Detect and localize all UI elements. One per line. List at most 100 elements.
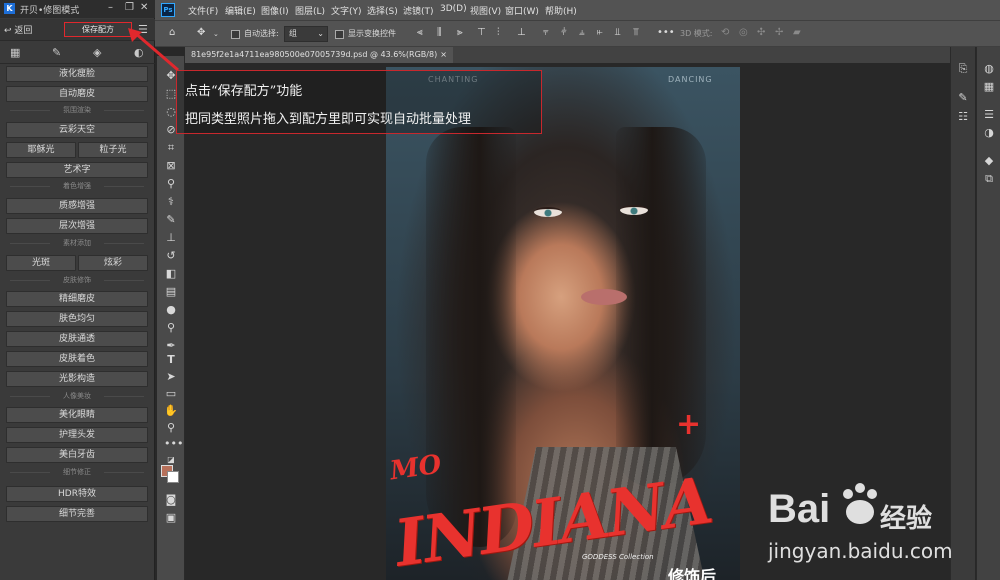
light-spot-button[interactable]: 光斑 (6, 255, 76, 271)
section-detail: 细节修正 (6, 466, 148, 478)
clone-stamp-icon[interactable]: ⊥ (164, 231, 178, 245)
zoom-tool-icon[interactable]: ⚲ (164, 421, 178, 435)
menu-file[interactable]: 文件(F) (188, 4, 218, 17)
document-image[interactable]: CHANTING DANCING MO INDIANA + GODDESS Co… (386, 67, 740, 580)
swatches-panel-icon[interactable]: ▦ (983, 81, 995, 93)
light-shape-button[interactable]: 光影构造 (6, 371, 148, 387)
gradient-tool-icon[interactable]: ▤ (164, 285, 178, 299)
eyes-button[interactable]: 美化眼睛 (6, 407, 148, 423)
distribute-middle-icon[interactable]: ⫩ (561, 27, 567, 38)
menu-select[interactable]: 选择(S) (367, 4, 398, 17)
menu-type[interactable]: 文字(Y) (331, 4, 362, 17)
texture-button[interactable]: 质感增强 (6, 198, 148, 214)
distribute-right-icon[interactable]: ⫪ (633, 27, 639, 38)
healing-brush-icon[interactable]: ⚕ (164, 195, 178, 209)
menu-window[interactable]: 窗口(W) (505, 4, 539, 17)
art-text-button[interactable]: 艺术字 (6, 162, 148, 178)
minimize-icon[interactable]: – (108, 2, 113, 13)
type-tool-icon[interactable]: T (164, 353, 178, 367)
menu-image[interactable]: 图像(I) (261, 4, 289, 17)
tool-preset-chevron-icon[interactable]: ⌄ (213, 30, 219, 38)
menu-edit[interactable]: 编辑(E) (225, 4, 256, 17)
align-center-icon[interactable]: ⫼ (437, 27, 442, 38)
properties-panel-icon[interactable]: ☰ (983, 109, 995, 121)
3d-pan-icon[interactable]: ✣ (757, 27, 765, 38)
quick-mask-icon[interactable]: ◙ (164, 493, 178, 507)
dodge-tool-icon[interactable]: ⚲ (164, 321, 178, 335)
auto-skin-button[interactable]: 自动磨皮 (6, 86, 148, 102)
hdr-button[interactable]: HDR特效 (6, 486, 148, 502)
brush-icon[interactable]: ✎ (52, 46, 61, 59)
edit-toolbar-icon[interactable]: ••• (164, 437, 183, 451)
skin-tone-button[interactable]: 皮肤着色 (6, 351, 148, 367)
detail-button[interactable]: 细节完善 (6, 506, 148, 522)
brush-panel-icon[interactable]: ✎ (957, 92, 969, 104)
menu-3d[interactable]: 3D(D) (440, 4, 467, 14)
3d-slide-icon[interactable]: ✢ (775, 27, 783, 38)
3d-camera-icon[interactable]: ▰ (793, 27, 801, 38)
screen-mode-icon[interactable]: ▣ (164, 511, 178, 525)
cube-icon[interactable]: ◈ (93, 46, 101, 59)
dazzle-button[interactable]: 炫彩 (78, 255, 148, 271)
align-bottom-icon[interactable]: ⊥ (517, 27, 526, 38)
sky-button[interactable]: 云彩天空 (6, 122, 148, 138)
color-panel-icon[interactable]: ◍ (983, 63, 995, 75)
god-rays-button[interactable]: 耶稣光 (6, 142, 76, 158)
layers-panel-icon[interactable]: ◆ (983, 155, 995, 167)
menu-layer[interactable]: 图层(L) (295, 4, 325, 17)
document-tab[interactable]: 81e95f2e1a4711ea980500e07005739d.psd @ 4… (185, 47, 453, 63)
path-select-icon[interactable]: ➤ (164, 370, 178, 384)
menu-view[interactable]: 视图(V) (470, 4, 501, 17)
frame-tool-icon[interactable]: ⊠ (164, 159, 178, 173)
crop-tool-icon[interactable]: ⌗ (164, 141, 178, 155)
even-tone-button[interactable]: 肤色均匀 (6, 311, 148, 327)
hand-tool-icon[interactable]: ✋ (164, 404, 178, 418)
close-icon[interactable]: ✕ (140, 2, 148, 13)
watermark-brand: 经验 (880, 504, 933, 534)
adjustments-panel-icon[interactable]: ☷ (957, 111, 969, 123)
background-color-swatch[interactable] (167, 471, 179, 483)
skin-clear-button[interactable]: 皮肤通透 (6, 331, 148, 347)
annotation-line-2: 把同类型照片拖入到配方里即可实现自动批量处理 (185, 112, 472, 127)
more-options-icon[interactable]: ••• (657, 27, 675, 38)
rectangle-tool-icon[interactable]: ▭ (164, 387, 178, 401)
restore-icon[interactable]: ❐ (125, 2, 134, 13)
particle-light-button[interactable]: 粒子光 (78, 142, 148, 158)
distribute-top-icon[interactable]: ⫧ (543, 27, 549, 38)
distribute-center-icon[interactable]: ⫫ (615, 27, 621, 38)
eraser-tool-icon[interactable]: ◧ (164, 267, 178, 281)
auto-select-dropdown[interactable]: 组 ⌄ (284, 26, 328, 42)
save-recipe-button[interactable]: 保存配方 (64, 22, 132, 37)
menu-filter[interactable]: 滤镜(T) (403, 4, 434, 17)
pen-tool-icon[interactable]: ✒ (164, 339, 178, 353)
hair-button[interactable]: 护理头发 (6, 427, 148, 443)
3d-roll-icon[interactable]: ◎ (739, 27, 748, 38)
show-transform-label: 显示变换控件 (348, 29, 396, 38)
align-top-icon[interactable]: ⊤ (477, 27, 486, 38)
menu-help[interactable]: 帮助(H) (545, 4, 577, 17)
fine-skin-button[interactable]: 精细磨皮 (6, 291, 148, 307)
liquify-button[interactable]: 液化瘦脸 (6, 66, 148, 82)
distribute-left-icon[interactable]: ⫦ (597, 27, 603, 38)
teeth-button[interactable]: 美白牙齿 (6, 447, 148, 463)
layering-button[interactable]: 层次增强 (6, 218, 148, 234)
move-tool-icon[interactable]: ✥ (197, 27, 205, 38)
history-panel-icon[interactable]: ⎘ (957, 63, 969, 75)
back-button[interactable]: ↩ 返回 (4, 23, 32, 36)
grid-icon[interactable]: ▦ (10, 46, 20, 59)
eyedropper-tool-icon[interactable]: ⚲ (164, 177, 178, 191)
align-middle-icon[interactable]: ⫶ (497, 27, 500, 38)
3d-orbit-icon[interactable]: ⟲ (721, 27, 729, 38)
blur-tool-icon[interactable]: ● (164, 303, 178, 317)
channels-panel-icon[interactable]: ◑ (983, 127, 995, 139)
distribute-bottom-icon[interactable]: ⫨ (579, 27, 585, 38)
paths-panel-icon[interactable]: ⧉ (983, 173, 995, 185)
history-brush-icon[interactable]: ↺ (164, 249, 178, 263)
align-left-icon[interactable]: ⫷ (417, 27, 423, 38)
auto-select-checkbox[interactable] (231, 30, 240, 39)
brush-tool-icon[interactable]: ✎ (164, 213, 178, 227)
document-close-icon[interactable]: × (440, 47, 447, 63)
align-right-icon[interactable]: ⫸ (457, 27, 463, 38)
collapsed-panel-dock-2: ◍ ▦ ☰ ◑ ◆ ⧉ (976, 47, 1000, 580)
show-transform-checkbox[interactable] (335, 30, 344, 39)
